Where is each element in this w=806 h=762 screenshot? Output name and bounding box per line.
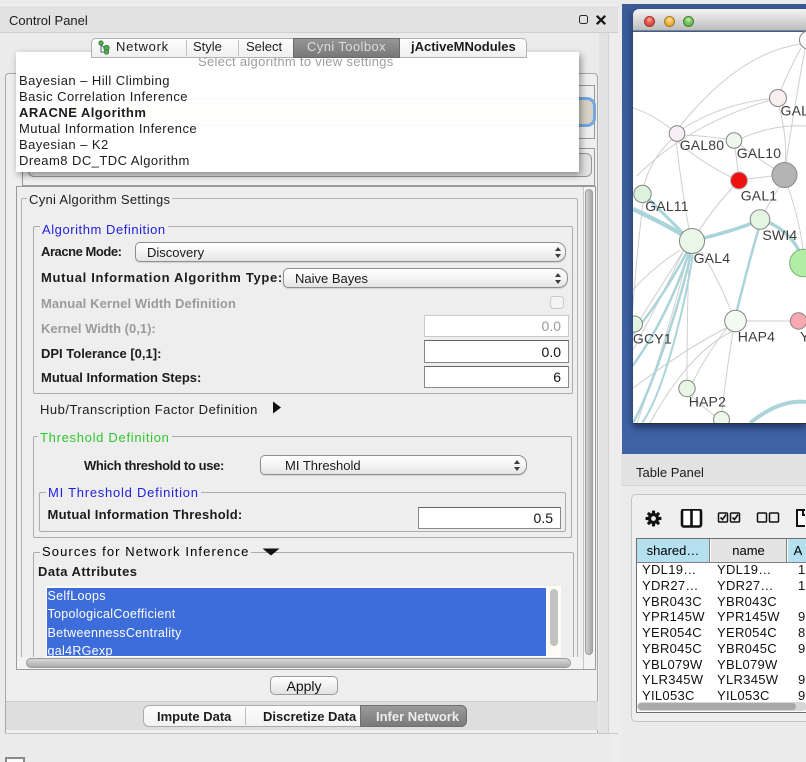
- svg-text:YM: YM: [800, 329, 806, 345]
- svg-text:GAL11: GAL11: [645, 198, 689, 214]
- svg-text:GAL1: GAL1: [741, 187, 778, 203]
- svg-text:HAP2: HAP2: [689, 393, 726, 409]
- svg-text:GAL80: GAL80: [680, 137, 725, 153]
- svg-text:GAL10: GAL10: [737, 145, 782, 161]
- svg-text:HAP4: HAP4: [738, 329, 775, 345]
- svg-text:SWI4: SWI4: [762, 227, 797, 243]
- svg-text:GAL4: GAL4: [694, 250, 731, 266]
- svg-text:GCY1: GCY1: [633, 330, 672, 346]
- svg-text:GAL2: GAL2: [781, 103, 806, 119]
